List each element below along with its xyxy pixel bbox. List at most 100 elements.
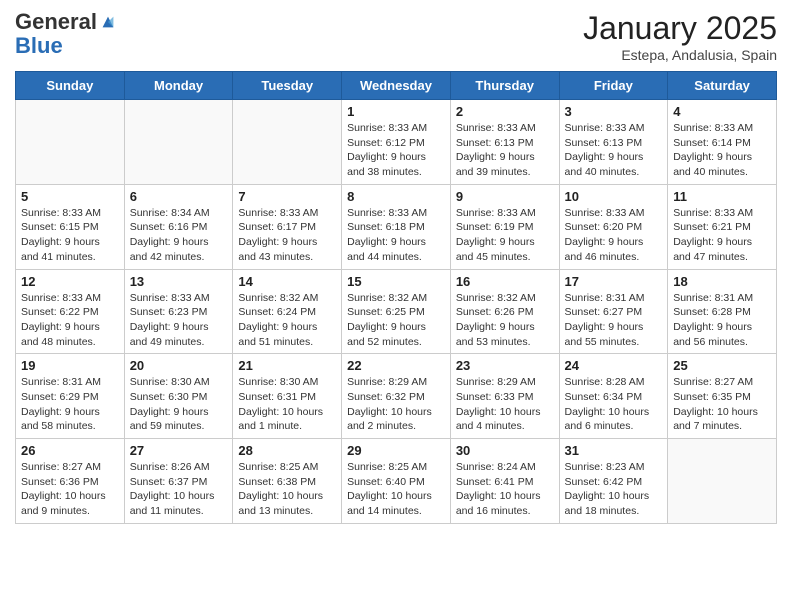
day-header-tuesday: Tuesday bbox=[233, 72, 342, 100]
logo: General Blue bbox=[15, 10, 117, 58]
day-info: Sunrise: 8:33 AM Sunset: 6:12 PM Dayligh… bbox=[347, 121, 445, 180]
day-number: 14 bbox=[238, 274, 336, 289]
page-container: General Blue January 2025 Estepa, Andalu… bbox=[0, 0, 792, 612]
day-info: Sunrise: 8:33 AM Sunset: 6:22 PM Dayligh… bbox=[21, 291, 119, 350]
day-number: 12 bbox=[21, 274, 119, 289]
day-number: 2 bbox=[456, 104, 554, 119]
day-info: Sunrise: 8:33 AM Sunset: 6:17 PM Dayligh… bbox=[238, 206, 336, 265]
calendar-cell: 29Sunrise: 8:25 AM Sunset: 6:40 PM Dayli… bbox=[342, 439, 451, 524]
calendar-cell: 15 Sunrise: 8:32 AM Sunset: 6:25 PM Dayli… bbox=[342, 269, 451, 354]
day-info: Sunrise: 8:33 AM Sunset: 6:15 PM Dayligh… bbox=[21, 206, 119, 265]
calendar-cell: 2 Sunrise: 8:33 AM Sunset: 6:13 PM Daylig… bbox=[450, 100, 559, 185]
day-number: 26 bbox=[21, 443, 119, 458]
day-info: Sunrise: 8:33 AM Sunset: 6:21 PM Dayligh… bbox=[673, 206, 771, 265]
calendar-cell bbox=[668, 439, 777, 524]
day-number: 15 bbox=[347, 274, 445, 289]
day-number: 16 bbox=[456, 274, 554, 289]
day-info: Sunrise: 8:33 AM Sunset: 6:18 PM Dayligh… bbox=[347, 206, 445, 265]
day-header-saturday: Saturday bbox=[668, 72, 777, 100]
day-header-wednesday: Wednesday bbox=[342, 72, 451, 100]
calendar-cell: 28 Sunrise: 8:25 AM Sunset: 6:38 PM Dayli… bbox=[233, 439, 342, 524]
day-info: Sunrise: 8:31 AM Sunset: 6:27 PM Dayligh… bbox=[565, 291, 663, 350]
day-number: 5 bbox=[21, 189, 119, 204]
logo-general-text: General bbox=[15, 10, 97, 34]
title-block: January 2025 Estepa, Andalusia, Spain bbox=[583, 10, 777, 63]
calendar-table: SundayMondayTuesdayWednesdayThursdayFrid… bbox=[15, 71, 777, 524]
day-number: 31 bbox=[565, 443, 663, 458]
calendar-cell: 27Sunrise: 8:26 AM Sunset: 6:37 PM Dayli… bbox=[124, 439, 233, 524]
day-number: 19 bbox=[21, 358, 119, 373]
day-info: Sunrise: 8:30 AM Sunset: 6:31 PM Dayligh… bbox=[238, 375, 336, 434]
day-number: 18 bbox=[673, 274, 771, 289]
day-number: 30 bbox=[456, 443, 554, 458]
day-info: Sunrise: 8:33 AM Sunset: 6:20 PM Dayligh… bbox=[565, 206, 663, 265]
day-number: 27 bbox=[130, 443, 228, 458]
day-number: 23 bbox=[456, 358, 554, 373]
day-info: Sunrise: 8:25 AM Sunset: 6:38 PM Dayligh… bbox=[238, 460, 336, 519]
day-number: 3 bbox=[565, 104, 663, 119]
calendar-cell: 7 Sunrise: 8:33 AM Sunset: 6:17 PM Daylig… bbox=[233, 184, 342, 269]
day-info: Sunrise: 8:34 AM Sunset: 6:16 PM Dayligh… bbox=[130, 206, 228, 265]
day-number: 17 bbox=[565, 274, 663, 289]
calendar-cell: 13 Sunrise: 8:33 AM Sunset: 6:23 PM Dayli… bbox=[124, 269, 233, 354]
calendar-cell: 22 Sunrise: 8:29 AM Sunset: 6:32 PM Dayli… bbox=[342, 354, 451, 439]
calendar-title: January 2025 bbox=[583, 10, 777, 47]
calendar-cell: 4Sunrise: 8:33 AM Sunset: 6:14 PM Daylig… bbox=[668, 100, 777, 185]
calendar-cell: 14Sunrise: 8:32 AM Sunset: 6:24 PM Dayli… bbox=[233, 269, 342, 354]
calendar-cell: 21 Sunrise: 8:30 AM Sunset: 6:31 PM Dayli… bbox=[233, 354, 342, 439]
day-number: 13 bbox=[130, 274, 228, 289]
day-number: 6 bbox=[130, 189, 228, 204]
day-info: Sunrise: 8:33 AM Sunset: 6:23 PM Dayligh… bbox=[130, 291, 228, 350]
calendar-cell: 24Sunrise: 8:28 AM Sunset: 6:34 PM Dayli… bbox=[559, 354, 668, 439]
calendar-week-4: 26 Sunrise: 8:27 AM Sunset: 6:36 PM Dayli… bbox=[16, 439, 777, 524]
calendar-cell: 30 Sunrise: 8:24 AM Sunset: 6:41 PM Dayli… bbox=[450, 439, 559, 524]
calendar-cell: 8 Sunrise: 8:33 AM Sunset: 6:18 PM Daylig… bbox=[342, 184, 451, 269]
calendar-cell: 31 Sunrise: 8:23 AM Sunset: 6:42 PM Dayli… bbox=[559, 439, 668, 524]
day-info: Sunrise: 8:23 AM Sunset: 6:42 PM Dayligh… bbox=[565, 460, 663, 519]
calendar-cell: 17 Sunrise: 8:31 AM Sunset: 6:27 PM Dayli… bbox=[559, 269, 668, 354]
day-info: Sunrise: 8:27 AM Sunset: 6:36 PM Dayligh… bbox=[21, 460, 119, 519]
calendar-cell: 9 Sunrise: 8:33 AM Sunset: 6:19 PM Daylig… bbox=[450, 184, 559, 269]
calendar-week-1: 5 Sunrise: 8:33 AM Sunset: 6:15 PM Daylig… bbox=[16, 184, 777, 269]
calendar-cell: 20 Sunrise: 8:30 AM Sunset: 6:30 PM Dayli… bbox=[124, 354, 233, 439]
day-info: Sunrise: 8:33 AM Sunset: 6:19 PM Dayligh… bbox=[456, 206, 554, 265]
day-info: Sunrise: 8:29 AM Sunset: 6:33 PM Dayligh… bbox=[456, 375, 554, 434]
header: General Blue January 2025 Estepa, Andalu… bbox=[15, 10, 777, 63]
day-number: 1 bbox=[347, 104, 445, 119]
calendar-week-0: 1 Sunrise: 8:33 AM Sunset: 6:12 PM Daylig… bbox=[16, 100, 777, 185]
day-number: 21 bbox=[238, 358, 336, 373]
day-number: 20 bbox=[130, 358, 228, 373]
day-info: Sunrise: 8:28 AM Sunset: 6:34 PM Dayligh… bbox=[565, 375, 663, 434]
calendar-cell: 12 Sunrise: 8:33 AM Sunset: 6:22 PM Dayli… bbox=[16, 269, 125, 354]
day-info: Sunrise: 8:31 AM Sunset: 6:29 PM Dayligh… bbox=[21, 375, 119, 434]
day-info: Sunrise: 8:27 AM Sunset: 6:35 PM Dayligh… bbox=[673, 375, 771, 434]
day-info: Sunrise: 8:33 AM Sunset: 6:13 PM Dayligh… bbox=[456, 121, 554, 180]
day-header-monday: Monday bbox=[124, 72, 233, 100]
day-number: 7 bbox=[238, 189, 336, 204]
calendar-cell: 25 Sunrise: 8:27 AM Sunset: 6:35 PM Dayli… bbox=[668, 354, 777, 439]
calendar-cell bbox=[16, 100, 125, 185]
day-number: 25 bbox=[673, 358, 771, 373]
day-info: Sunrise: 8:30 AM Sunset: 6:30 PM Dayligh… bbox=[130, 375, 228, 434]
day-info: Sunrise: 8:31 AM Sunset: 6:28 PM Dayligh… bbox=[673, 291, 771, 350]
calendar-week-3: 19 Sunrise: 8:31 AM Sunset: 6:29 PM Dayli… bbox=[16, 354, 777, 439]
calendar-cell: 23 Sunrise: 8:29 AM Sunset: 6:33 PM Dayli… bbox=[450, 354, 559, 439]
logo-blue-text: Blue bbox=[15, 33, 63, 58]
day-info: Sunrise: 8:24 AM Sunset: 6:41 PM Dayligh… bbox=[456, 460, 554, 519]
day-header-sunday: Sunday bbox=[16, 72, 125, 100]
day-info: Sunrise: 8:32 AM Sunset: 6:25 PM Dayligh… bbox=[347, 291, 445, 350]
day-number: 28 bbox=[238, 443, 336, 458]
day-info: Sunrise: 8:33 AM Sunset: 6:13 PM Dayligh… bbox=[565, 121, 663, 180]
day-info: Sunrise: 8:29 AM Sunset: 6:32 PM Dayligh… bbox=[347, 375, 445, 434]
calendar-cell bbox=[233, 100, 342, 185]
day-number: 11 bbox=[673, 189, 771, 204]
calendar-cell: 19 Sunrise: 8:31 AM Sunset: 6:29 PM Dayli… bbox=[16, 354, 125, 439]
day-header-thursday: Thursday bbox=[450, 72, 559, 100]
day-number: 22 bbox=[347, 358, 445, 373]
calendar-cell: 16Sunrise: 8:32 AM Sunset: 6:26 PM Dayli… bbox=[450, 269, 559, 354]
calendar-cell: 3 Sunrise: 8:33 AM Sunset: 6:13 PM Daylig… bbox=[559, 100, 668, 185]
day-number: 8 bbox=[347, 189, 445, 204]
calendar-cell: 6 Sunrise: 8:34 AM Sunset: 6:16 PM Daylig… bbox=[124, 184, 233, 269]
day-number: 9 bbox=[456, 189, 554, 204]
calendar-week-2: 12 Sunrise: 8:33 AM Sunset: 6:22 PM Dayli… bbox=[16, 269, 777, 354]
